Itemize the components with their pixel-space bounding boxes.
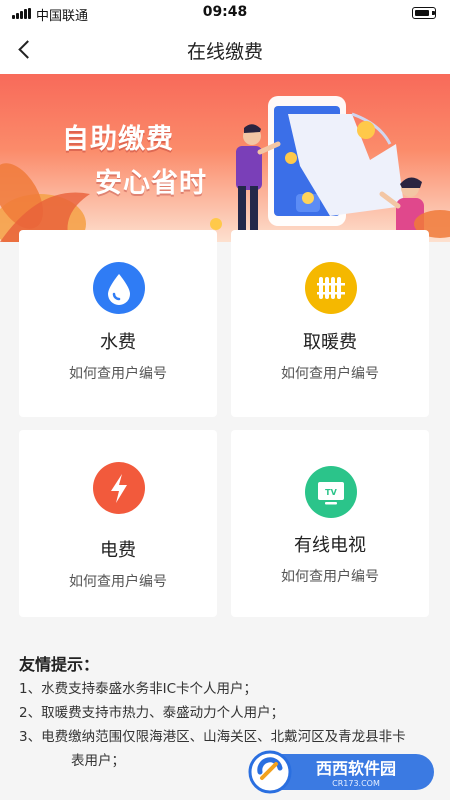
- svg-text:西西软件园: 西西软件园: [316, 759, 396, 778]
- card-title: 有线电视: [294, 535, 366, 556]
- svg-text:CR173.COM: CR173.COM: [332, 779, 380, 788]
- water-drop-icon: [93, 262, 145, 314]
- banner-slogan-line2: 安心省时: [95, 168, 207, 199]
- tip-item-continuation: 表用户；: [71, 753, 125, 769]
- svg-text:TV: TV: [325, 488, 337, 497]
- page-title: 在线缴费: [186, 41, 263, 63]
- tip-item: 3、电费缴纳范围仅限海港区、山海关区、北戴河区及青龙县非卡: [19, 729, 406, 745]
- navigation-bar: 在线缴费: [0, 26, 450, 74]
- card-title: 取暖费: [303, 332, 357, 353]
- battery-icon: [412, 7, 436, 19]
- cable-tv-card[interactable]: TV 有线电视 如何查用户编号: [231, 430, 429, 617]
- heating-fee-card[interactable]: 取暖费 如何查用户编号: [231, 230, 429, 417]
- tip-item: 2、取暖费支持市热力、泰盛动力个人用户；: [19, 705, 285, 721]
- tv-icon: TV: [305, 466, 357, 518]
- card-title: 电费: [100, 540, 136, 561]
- lookup-account-link[interactable]: 如何查用户编号: [231, 363, 429, 383]
- status-bar: 中国联通 09:48: [0, 0, 450, 26]
- lightning-icon: [93, 462, 145, 514]
- banner-slogan-line1: 自助缴费: [62, 124, 174, 155]
- banner-illustration: [0, 96, 450, 242]
- site-watermark-logo: 西西软件园 CR173.COM: [248, 750, 436, 794]
- lookup-account-link[interactable]: 如何查用户编号: [19, 571, 217, 591]
- tips-heading: 友情提示：: [19, 655, 100, 674]
- electricity-fee-card[interactable]: 电费 如何查用户编号: [19, 430, 217, 617]
- water-fee-card[interactable]: 水费 如何查用户编号: [19, 230, 217, 417]
- tip-item: 1、水费支持泰盛水务非IC卡个人用户；: [19, 681, 257, 697]
- card-title: 水费: [100, 332, 136, 353]
- lookup-account-link[interactable]: 如何查用户编号: [19, 363, 217, 383]
- radiator-icon: [305, 262, 357, 314]
- lookup-account-link[interactable]: 如何查用户编号: [231, 566, 429, 586]
- status-time: 09:48: [202, 4, 248, 20]
- promo-banner: 自助缴费 安心省时: [0, 74, 450, 242]
